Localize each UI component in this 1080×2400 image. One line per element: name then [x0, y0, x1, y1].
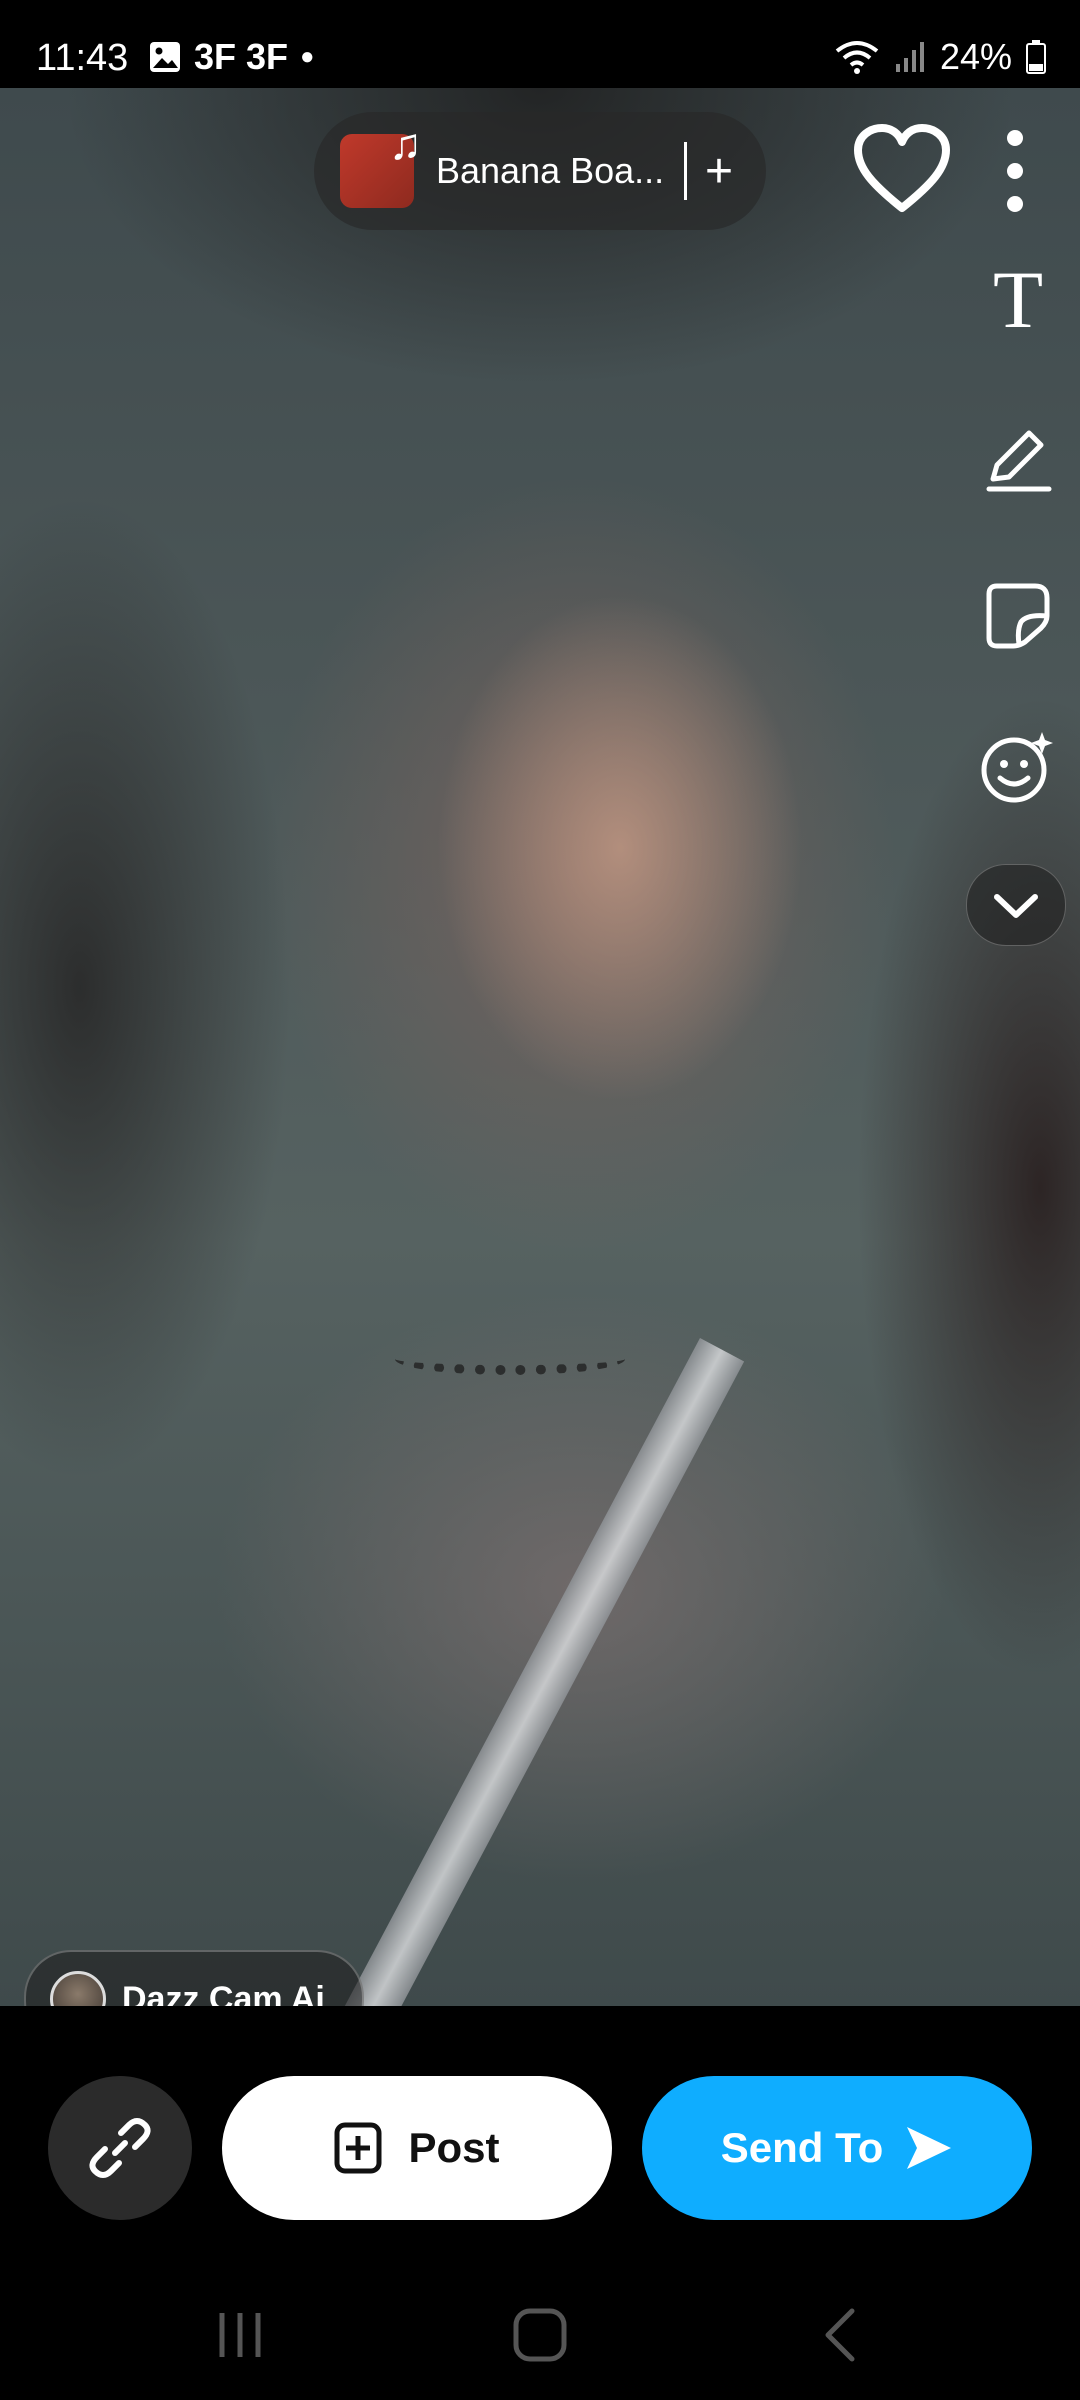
music-add-button[interactable]: + — [705, 144, 733, 199]
status-right: 24% — [834, 36, 1046, 78]
send-to-label: Send To — [720, 2124, 884, 2171]
music-title: Banana Boa... — [436, 150, 665, 191]
music-divider — [684, 142, 687, 200]
heart-icon[interactable] — [852, 122, 952, 218]
battery-percent: 24% — [939, 36, 1012, 77]
signal-icon — [895, 42, 924, 72]
back-icon — [825, 2308, 855, 2362]
collapse-tools-button[interactable] — [966, 864, 1066, 946]
photo-choker — [395, 1343, 625, 1375]
send-to-button[interactable]: Send To — [642, 2076, 1032, 2220]
home-icon — [513, 2308, 567, 2362]
send-arrow-icon — [907, 2127, 952, 2169]
text-tool-glyph: T — [992, 254, 1044, 345]
dot-icon: ● — [300, 43, 315, 70]
album-art: ♫ — [340, 120, 422, 208]
chevron-down-icon — [994, 894, 1038, 918]
post-label: Post — [408, 2124, 500, 2171]
snap-photo[interactable] — [0, 88, 1080, 2006]
more-options-icon[interactable] — [1000, 126, 1030, 216]
home-button[interactable] — [500, 2300, 580, 2370]
recents-icon — [219, 2313, 261, 2357]
status-bar: 11:43 3F 3F ● 24% — [0, 0, 1080, 88]
recent-apps-button[interactable] — [200, 2300, 280, 2370]
add-square-icon — [334, 2122, 382, 2174]
music-note-icon: ♫ — [389, 120, 422, 169]
link-icon — [89, 2118, 151, 2178]
text-tool-icon[interactable]: T — [976, 258, 1060, 342]
wifi-icon — [835, 41, 879, 74]
status-notification-icons: 3F 3F ● — [148, 36, 315, 78]
back-button[interactable] — [800, 2300, 880, 2370]
pencil-icon[interactable] — [976, 418, 1060, 502]
link-button[interactable] — [48, 2076, 192, 2220]
post-button[interactable]: Post — [222, 2076, 612, 2220]
gallery-icon — [150, 42, 180, 72]
music-sticker[interactable]: ♫ Banana Boa... + — [314, 112, 766, 230]
lens-emoji-icon[interactable] — [976, 726, 1060, 810]
photo-strap — [315, 1338, 745, 2006]
sticker-icon[interactable] — [976, 572, 1060, 656]
carrier-label: 3F 3F — [194, 36, 289, 77]
battery-icon — [1026, 40, 1046, 74]
status-time: 11:43 — [36, 37, 129, 79]
